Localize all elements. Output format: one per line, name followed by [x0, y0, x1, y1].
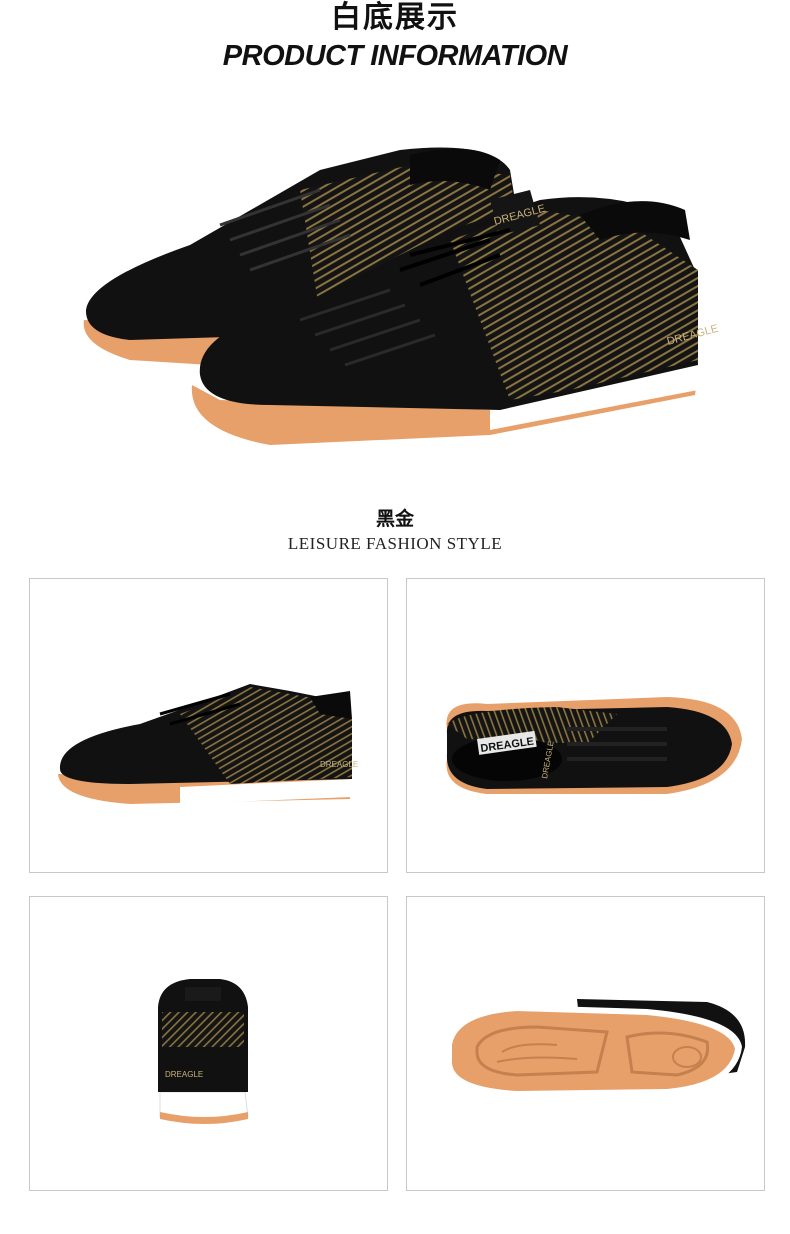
page-title-en: PRODUCT INFORMATION: [222, 40, 568, 72]
side-view-panel: DREAGLE: [29, 578, 388, 873]
shoe-sole-view-image: [447, 999, 746, 1097]
shoe-top-view-image: DREAGLE DREAGLE: [446, 697, 742, 794]
back-view-panel: DREAGLE: [29, 896, 388, 1191]
shoe-side-view-image: DREAGLE: [58, 684, 358, 804]
top-view-panel: DREAGLE DREAGLE: [406, 578, 765, 873]
shoe-back-view-image: DREAGLE: [158, 979, 249, 1124]
sole-view-panel: [406, 896, 765, 1191]
hero-shoe-pair-image: DREAGLE DREAGLE: [83, 147, 720, 445]
color-subtitle-en: LEISURE FASHION STYLE: [287, 534, 503, 553]
svg-text:DREAGLE: DREAGLE: [165, 1070, 203, 1079]
page-title-cn: 白底展示: [331, 0, 459, 35]
color-name-cn: 黑金: [375, 508, 414, 530]
svg-text:DREAGLE: DREAGLE: [320, 760, 358, 769]
